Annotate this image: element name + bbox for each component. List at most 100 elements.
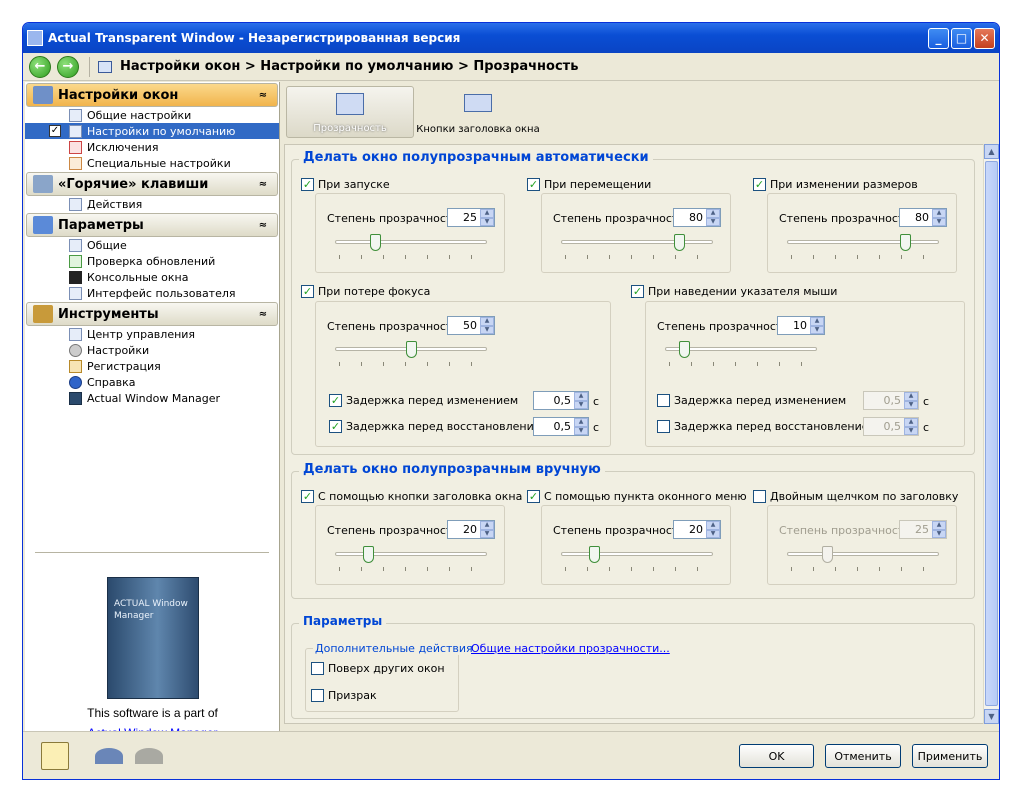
back-button[interactable]: ← <box>29 55 51 78</box>
spin-up-icon[interactable]: ▲ <box>574 418 588 427</box>
spin-up-icon[interactable]: ▲ <box>480 521 494 530</box>
hover-delay-restore-spinner[interactable]: 0,5 ▲ ▼ <box>863 417 919 436</box>
by-title-button-opacity-slider[interactable] <box>335 546 487 572</box>
spin-down-icon[interactable]: ▼ <box>480 217 494 226</box>
tab-title-buttons[interactable]: Кнопки заголовка окна <box>414 86 542 138</box>
collapse-icon[interactable]: ≈ <box>255 90 271 101</box>
on-resize-opacity-slider[interactable] <box>787 234 939 260</box>
hover-delay-change-spinner[interactable]: 0,5 ▲ ▼ <box>863 391 919 410</box>
close-button[interactable]: ✕ <box>974 27 995 49</box>
cancel-button[interactable]: Отменить <box>825 744 901 768</box>
spin-down-icon[interactable]: ▼ <box>932 217 946 226</box>
by-title-button-opacity-spinner[interactable]: 20 ▲ ▼ <box>447 520 495 539</box>
sidebar-item-registration[interactable]: Регистрация <box>25 358 279 374</box>
focus-loss-delay-restore-spinner[interactable]: 0,5 ▲ ▼ <box>533 417 589 436</box>
tab-transparency[interactable]: Прозрачность <box>286 86 414 138</box>
spin-up-icon[interactable]: ▲ <box>904 392 918 401</box>
help-icon[interactable] <box>41 742 69 770</box>
maximize-button[interactable]: □ <box>951 27 972 49</box>
apply-button[interactable]: Применить <box>912 744 988 768</box>
forward-button[interactable]: → <box>57 55 79 78</box>
spin-down-icon[interactable]: ▼ <box>574 400 588 409</box>
spin-up-icon[interactable]: ▲ <box>706 209 720 218</box>
sidebar-group-window-settings[interactable]: Настройки окон ≈ <box>26 83 278 107</box>
scroll-down-icon[interactable]: ▼ <box>984 709 999 724</box>
sidebar-item-general[interactable]: Общие <box>25 237 279 253</box>
hover-delay-restore-checkbox[interactable]: Задержка перед восстановлением <box>657 420 877 433</box>
spin-up-icon[interactable]: ▲ <box>480 209 494 218</box>
sidebar-item-actions[interactable]: Действия <box>25 196 279 212</box>
undo-icon[interactable] <box>95 748 123 764</box>
ok-button[interactable]: OK <box>739 744 814 768</box>
spin-up-icon[interactable]: ▲ <box>480 317 494 326</box>
slider-thumb[interactable] <box>679 341 690 358</box>
general-transparency-settings-link[interactable]: Общие настройки прозрачности... <box>471 642 670 655</box>
sidebar-item-actual-window-manager[interactable]: Actual Window Manager <box>25 390 279 406</box>
spin-down-icon[interactable]: ▼ <box>480 529 494 538</box>
scroll-up-icon[interactable]: ▲ <box>984 144 999 159</box>
slider-thumb[interactable] <box>822 546 833 563</box>
sidebar-group-tools[interactable]: Инструменты ≈ <box>26 302 278 326</box>
sidebar-group-parameters[interactable]: Параметры ≈ <box>26 213 278 237</box>
slider-thumb[interactable] <box>406 341 417 358</box>
on-resize-checkbox[interactable]: ✓ При изменении размеров <box>753 178 918 191</box>
on-start-opacity-slider[interactable] <box>335 234 487 260</box>
spin-down-icon[interactable]: ▼ <box>574 426 588 435</box>
collapse-icon[interactable]: ≈ <box>255 179 271 190</box>
by-menu-item-opacity-slider[interactable] <box>561 546 713 572</box>
collapse-icon[interactable]: ≈ <box>255 220 271 231</box>
focus-loss-delay-change-checkbox[interactable]: ✓ Задержка перед изменением <box>329 394 518 407</box>
focus-loss-delay-change-spinner[interactable]: 0,5 ▲ ▼ <box>533 391 589 410</box>
by-menu-item-opacity-spinner[interactable]: 20 ▲ ▼ <box>673 520 721 539</box>
sidebar-item-help[interactable]: Справка <box>25 374 279 390</box>
spin-down-icon[interactable]: ▼ <box>810 325 824 334</box>
sidebar-item-default-settings[interactable]: ✓ Настройки по умолчанию <box>25 123 279 139</box>
slider-thumb[interactable] <box>370 234 381 251</box>
sidebar-group-hotkeys[interactable]: «Горячие» клавиши ≈ <box>26 172 278 196</box>
on-start-opacity-spinner[interactable]: 25 ▲ ▼ <box>447 208 495 227</box>
slider-thumb[interactable] <box>363 546 374 563</box>
checkbox-icon[interactable]: ✓ <box>49 125 61 137</box>
spin-down-icon[interactable]: ▼ <box>480 325 494 334</box>
ghost-checkbox[interactable]: Призрак <box>311 689 377 702</box>
slider-thumb[interactable] <box>900 234 911 251</box>
minimize-button[interactable]: _ <box>928 27 949 49</box>
spin-up-icon[interactable]: ▲ <box>932 521 946 530</box>
sidebar-item-control-center[interactable]: Центр управления <box>25 326 279 342</box>
spin-up-icon[interactable]: ▲ <box>574 392 588 401</box>
sidebar-item-general-settings[interactable]: Общие настройки <box>25 107 279 123</box>
hover-delay-change-checkbox[interactable]: Задержка перед изменением <box>657 394 846 407</box>
on-focus-loss-checkbox[interactable]: ✓ При потере фокуса <box>301 285 430 298</box>
spin-up-icon[interactable]: ▲ <box>904 418 918 427</box>
sidebar-item-exclusions[interactable]: Исключения <box>25 139 279 155</box>
sidebar-item-update-check[interactable]: Проверка обновлений <box>25 253 279 269</box>
on-move-opacity-slider[interactable] <box>561 234 713 260</box>
on-start-checkbox[interactable]: ✓ При запуске <box>301 178 390 191</box>
always-on-top-checkbox[interactable]: Поверх других окон <box>311 662 445 675</box>
by-double-click-checkbox[interactable]: Двойным щелчком по заголовку <box>753 490 958 503</box>
by-menu-item-checkbox[interactable]: ✓ С помощью пункта оконного меню <box>527 490 747 503</box>
slider-thumb[interactable] <box>589 546 600 563</box>
on-hover-opacity-slider[interactable] <box>665 341 817 367</box>
spin-down-icon[interactable]: ▼ <box>932 529 946 538</box>
slider-thumb[interactable] <box>674 234 685 251</box>
sidebar-item-user-interface[interactable]: Интерфейс пользователя <box>25 285 279 301</box>
on-resize-opacity-spinner[interactable]: 80 ▲ ▼ <box>899 208 947 227</box>
collapse-icon[interactable]: ≈ <box>255 309 271 320</box>
scroll-thumb[interactable] <box>985 161 998 706</box>
sidebar-item-console-windows[interactable]: Консольные окна <box>25 269 279 285</box>
spin-down-icon[interactable]: ▼ <box>706 529 720 538</box>
vertical-scrollbar[interactable]: ▲ ▼ <box>983 144 999 724</box>
on-focus-loss-opacity-spinner[interactable]: 50 ▲ ▼ <box>447 316 495 335</box>
redo-icon[interactable] <box>135 748 163 764</box>
on-move-checkbox[interactable]: ✓ При перемещении <box>527 178 651 191</box>
by-double-click-opacity-slider[interactable] <box>787 546 939 572</box>
by-double-click-opacity-spinner[interactable]: 25 ▲ ▼ <box>899 520 947 539</box>
on-hover-checkbox[interactable]: ✓ При наведении указателя мыши <box>631 285 837 298</box>
spin-down-icon[interactable]: ▼ <box>706 217 720 226</box>
spin-up-icon[interactable]: ▲ <box>810 317 824 326</box>
focus-loss-delay-restore-checkbox[interactable]: ✓ Задержка перед восстановлением <box>329 420 549 433</box>
sidebar-item-special-settings[interactable]: Специальные настройки <box>25 155 279 171</box>
by-title-button-checkbox[interactable]: ✓ С помощью кнопки заголовка окна <box>301 490 522 503</box>
on-focus-loss-opacity-slider[interactable] <box>335 341 487 367</box>
